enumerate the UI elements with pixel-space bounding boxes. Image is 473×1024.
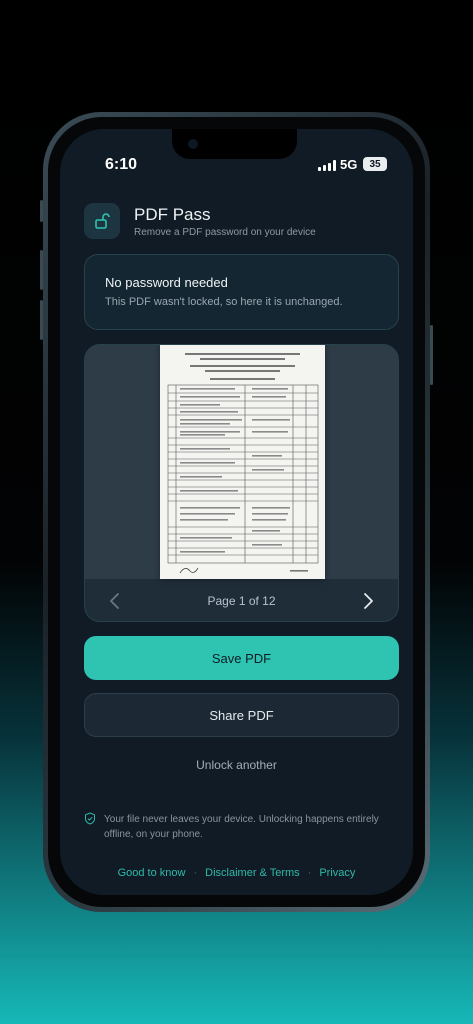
network-label: 5G [340, 157, 358, 172]
app-subtitle: Remove a PDF password on your device [134, 227, 316, 238]
phone-power-button [430, 325, 433, 385]
phone-volume-up [40, 250, 43, 290]
app-title: PDF Pass [134, 205, 211, 224]
chevron-left-icon[interactable] [103, 589, 127, 613]
good-to-know-link[interactable]: Good to know [118, 867, 186, 879]
signal-icon [318, 160, 336, 171]
phone-bezel: 6:10 5G 35 PDF Pass Remove a PDF passwor… [48, 117, 425, 907]
footer-separator: · [307, 867, 312, 879]
notice-text: This PDF wasn't locked, so here it is un… [105, 296, 343, 308]
pdf-page-thumbnail [160, 345, 325, 579]
app-screen: 6:10 5G 35 PDF Pass Remove a PDF passwor… [60, 129, 413, 895]
footer-separator: · [193, 867, 198, 879]
battery-icon: 35 [363, 157, 387, 171]
notice-title: No password needed [105, 275, 228, 290]
pdf-preview-area[interactable] [85, 345, 398, 579]
dynamic-notch [172, 129, 297, 159]
shield-check-icon [84, 812, 96, 842]
privacy-text: Your file never leaves your device. Unlo… [104, 814, 379, 840]
chevron-right-icon[interactable] [356, 589, 380, 613]
pdf-preview-card: Page 1 of 12 [84, 344, 399, 622]
phone-frame: 6:10 5G 35 PDF Pass Remove a PDF passwor… [43, 112, 430, 912]
unlock-icon [84, 203, 120, 239]
page-indicator: Page 1 of 12 [207, 594, 276, 608]
status-notice-card: No password needed This PDF wasn't locke… [84, 254, 399, 330]
privacy-link[interactable]: Privacy [319, 867, 355, 879]
privacy-note: Your file never leaves your device. Unlo… [84, 812, 399, 842]
footer-links: Good to know · Disclaimer & Terms · Priv… [60, 867, 413, 879]
phone-volume-down [40, 300, 43, 340]
disclaimer-terms-link[interactable]: Disclaimer & Terms [205, 867, 300, 879]
phone-side-button [40, 200, 43, 222]
status-time: 6:10 [105, 156, 138, 173]
front-camera [188, 139, 198, 149]
page-navigator: Page 1 of 12 [85, 579, 398, 621]
unlock-another-link[interactable]: Unlock another [60, 758, 413, 772]
save-pdf-button[interactable]: Save PDF [84, 636, 399, 680]
share-pdf-button[interactable]: Share PDF [84, 693, 399, 737]
